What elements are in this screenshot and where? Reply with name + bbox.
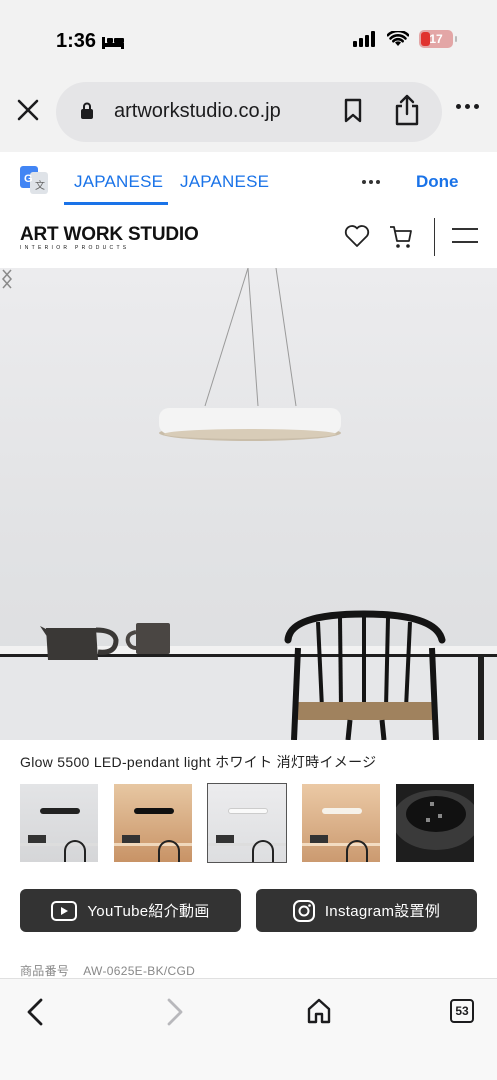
wifi-icon [387, 31, 409, 46]
thumbnail-2[interactable] [114, 784, 192, 862]
bookmark-icon[interactable] [342, 98, 364, 124]
youtube-icon [51, 900, 78, 921]
browser-address-row: artworkstudio.co.jp [0, 70, 497, 152]
forward-icon[interactable] [164, 997, 186, 1027]
signal-icon [353, 31, 375, 47]
image-caption: Glow 5500 LED-pendant light ホワイト 消灯時イメージ [20, 754, 377, 770]
home-icon[interactable] [306, 997, 332, 1025]
instagram-button[interactable]: Instagram設置例 [256, 889, 477, 932]
tab-switcher-icon[interactable]: 53 [450, 999, 474, 1023]
product-image-carousel[interactable] [0, 268, 497, 740]
url-text[interactable]: artworkstudio.co.jp [114, 100, 281, 123]
back-icon[interactable] [24, 997, 46, 1027]
instagram-icon [292, 899, 315, 922]
share-icon[interactable] [394, 94, 420, 126]
translate-more-icon[interactable] [362, 180, 380, 184]
youtube-video-button[interactable]: YouTube紹介動画 [20, 889, 241, 932]
site-logo[interactable]: ART WORK STUDIO INTERIOR PRODUCTS [20, 224, 199, 251]
hamburger-menu-icon[interactable] [452, 228, 478, 254]
thumbnail-5[interactable] [396, 784, 474, 862]
sleep-icon [102, 36, 125, 49]
battery-level: 17 [429, 32, 443, 46]
google-translate-icon: G文 [20, 166, 48, 194]
address-bar[interactable]: artworkstudio.co.jp [56, 82, 442, 142]
instagram-button-label: Instagram設置例 [324, 903, 441, 920]
status-bar: 1:36 17 [0, 0, 497, 70]
done-button[interactable]: Done [416, 172, 459, 192]
tab-count: 53 [455, 1004, 469, 1018]
time-text: 1:36 [56, 30, 97, 52]
thumbnail-3[interactable] [207, 783, 287, 863]
youtube-button-label: YouTube紹介動画 [87, 903, 210, 920]
translate-bar: G文 JAPANESE JAPANESE Done [0, 152, 497, 210]
pendant-light-photo [0, 268, 497, 740]
tab-source-language[interactable]: JAPANESE [74, 172, 163, 192]
heart-icon[interactable] [344, 224, 370, 248]
logo-main: ART WORK STUDIO [20, 224, 199, 245]
svg-text:文: 文 [35, 179, 45, 192]
battery-icon: 17 [419, 30, 457, 48]
lock-icon [81, 102, 93, 119]
site-header: ART WORK STUDIO INTERIOR PRODUCTS [0, 210, 497, 268]
browser-toolbar: 53 [0, 978, 497, 1080]
header-divider [434, 218, 435, 256]
product-sku: 商品番号 AW-0625E-BK/CGD [20, 962, 195, 979]
close-icon[interactable] [14, 96, 42, 124]
svg-text:G: G [24, 173, 33, 185]
tab-target-language[interactable]: JAPANESE [180, 172, 269, 192]
thumbnail-1[interactable] [20, 784, 98, 862]
sku-label: 商品番号 [20, 964, 70, 978]
logo-sub: INTERIOR PRODUCTS [20, 245, 130, 251]
thumbnail-strip [20, 783, 474, 863]
active-tab-indicator [64, 202, 168, 205]
status-time: 1:36 [56, 30, 125, 53]
carousel-next-icon[interactable] [0, 268, 14, 290]
lamp-closeup-photo [396, 790, 474, 850]
cart-icon[interactable] [388, 224, 414, 250]
sku-value: AW-0625E-BK/CGD [83, 964, 196, 978]
thumbnail-4[interactable] [302, 784, 380, 862]
more-options-icon[interactable] [456, 104, 479, 109]
